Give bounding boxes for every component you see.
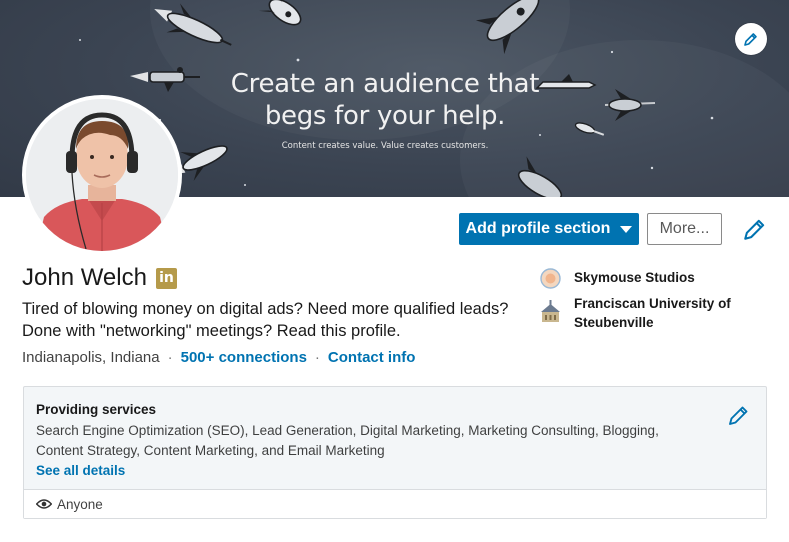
separator-dot: ·	[314, 349, 320, 366]
edit-cover-button[interactable]	[735, 23, 767, 55]
add-profile-section-button[interactable]: Add profile section	[459, 213, 639, 245]
banner-tagline: Content creates value. Value creates cus…	[281, 141, 489, 151]
profile-name-text: John Welch	[22, 264, 147, 291]
providing-services-card: Providing services Search Engine Optimiz…	[23, 386, 767, 519]
profile-photo[interactable]	[22, 95, 182, 255]
avatar-image	[26, 99, 178, 251]
edit-services-button[interactable]	[727, 403, 751, 427]
profile-meta: Indianapolis, Indiana · 500+ connections…	[22, 349, 415, 366]
visibility-label: Anyone	[57, 496, 103, 512]
connections-link[interactable]: 500+ connections	[181, 349, 307, 366]
current-company-link[interactable]: Skymouse Studios	[540, 268, 695, 289]
contact-info-link[interactable]: Contact info	[328, 349, 416, 366]
banner-headline: Create an audience that begs for your he…	[200, 68, 570, 132]
services-list: Search Engine Optimization (SEO), Lead G…	[36, 423, 659, 458]
school-logo-icon	[541, 300, 560, 322]
visibility-footer: Anyone	[24, 489, 766, 518]
pencil-icon	[729, 406, 748, 425]
add-profile-section-label: Add profile section	[465, 220, 611, 237]
education-school-link[interactable]: Franciscan University of Steubenville	[540, 294, 739, 332]
pencil-icon	[744, 33, 757, 46]
pencil-icon	[744, 219, 765, 240]
company-logo-icon	[540, 268, 561, 289]
see-all-details-link[interactable]: See all details	[36, 461, 754, 481]
banner-headline-line-1: Create an audience that	[230, 69, 540, 99]
linkedin-premium-badge-icon: in	[155, 267, 177, 289]
separator-dot: ·	[167, 349, 173, 366]
services-title: Providing services	[36, 402, 157, 417]
eye-icon	[36, 499, 52, 509]
more-button-label: More...	[659, 220, 710, 237]
banner-headline-line-2: begs for your help.	[264, 101, 506, 131]
more-button[interactable]: More...	[647, 213, 722, 245]
profile-location: Indianapolis, Indiana	[22, 349, 160, 366]
company-name: Skymouse Studios	[574, 270, 695, 285]
profile-headline: Tired of blowing money on digital ads? N…	[22, 300, 509, 340]
profile-name: John Welch in	[22, 264, 177, 292]
edit-intro-button[interactable]	[742, 216, 768, 242]
school-name: Franciscan University of Steubenville	[574, 296, 731, 330]
caret-down-icon	[620, 225, 633, 233]
